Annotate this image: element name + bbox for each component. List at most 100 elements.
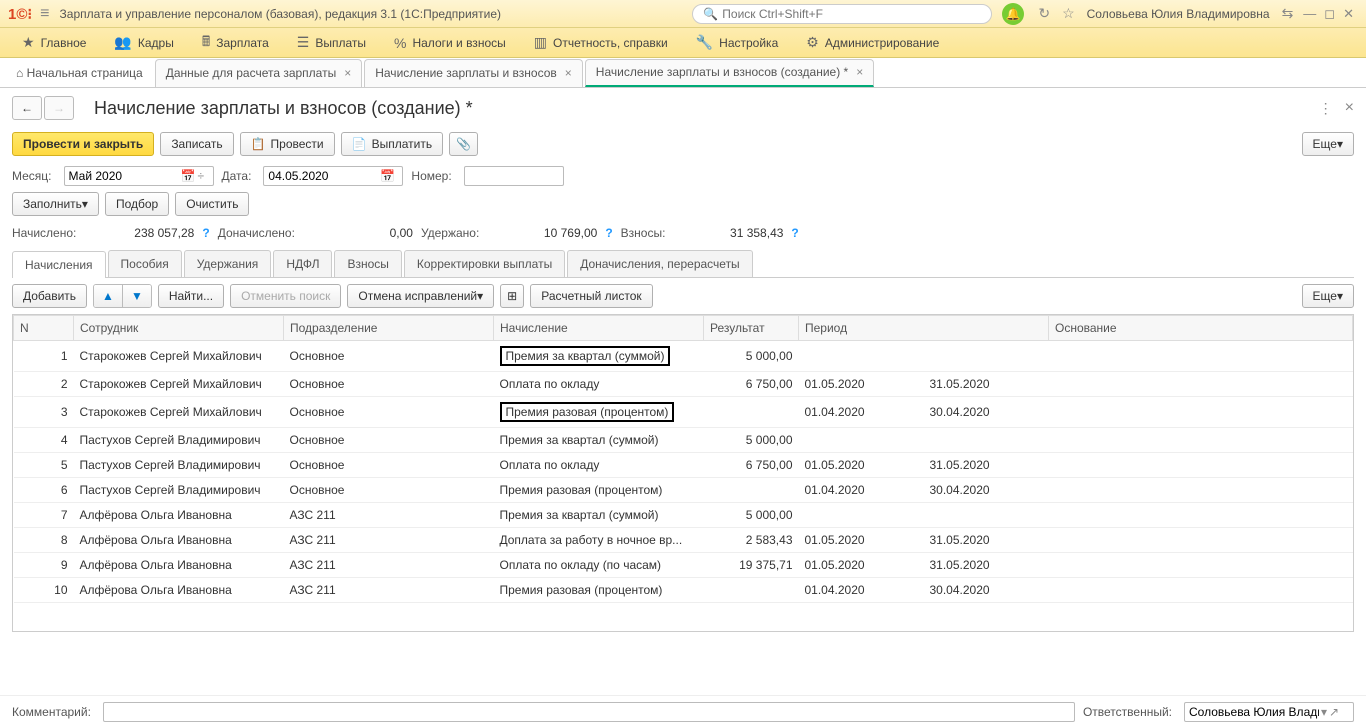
cell-result (704, 578, 799, 603)
calc-icon: 🖩 (202, 31, 210, 55)
date-field[interactable]: 📅 (263, 166, 403, 186)
col-dept[interactable]: Подразделение (284, 316, 494, 341)
doc-toolbar: Провести и закрыть Записать 📋Провести 📄В… (0, 128, 1366, 160)
tab-corrections[interactable]: Корректировки выплаты (404, 250, 565, 277)
col-accrual[interactable]: Начисление (494, 316, 704, 341)
open-icon[interactable]: ↗ (1329, 705, 1339, 719)
move-up-button[interactable]: ▲ (94, 285, 123, 307)
clear-button[interactable]: Очистить (175, 192, 249, 216)
footer: Комментарий: Ответственный: ▾↗ (0, 695, 1366, 728)
comment-field[interactable] (103, 702, 1075, 722)
tab-calc-data[interactable]: Данные для расчета зарплаты× (155, 59, 363, 87)
tab-benefits[interactable]: Пособия (108, 250, 182, 277)
tab-ndfl[interactable]: НДФЛ (273, 250, 332, 277)
menu-admin[interactable]: ⚙Администрирование (792, 28, 953, 57)
back-button[interactable]: ← (12, 96, 42, 120)
col-result[interactable]: Результат (704, 316, 799, 341)
notifications-icon[interactable]: 🔔 (1002, 3, 1024, 25)
select-button[interactable]: Подбор (105, 192, 169, 216)
tab-home[interactable]: ⌂ Начальная страница (6, 59, 153, 87)
cell-period-to: 30.04.2020 (924, 397, 1049, 428)
tab-deductions[interactable]: Удержания (184, 250, 272, 277)
col-basis[interactable]: Основание (1049, 316, 1353, 341)
tab-contributions[interactable]: Взносы (334, 250, 401, 277)
menu-icon[interactable]: ≡ (40, 5, 49, 23)
table-row[interactable]: 7Алфёрова Ольга ИвановнаАЗС 211Премия за… (14, 503, 1353, 528)
cell-employee: Алфёрова Ольга Ивановна (74, 578, 284, 603)
help-icon[interactable]: ? (202, 226, 209, 240)
more-icon[interactable]: ⋮ (1319, 100, 1333, 117)
payslip-button[interactable]: Расчетный листок (530, 284, 652, 308)
dropdown-icon[interactable]: ▾ (1321, 705, 1327, 719)
cell-basis (1049, 503, 1353, 528)
cell-basis (1049, 397, 1353, 428)
tab-label: Начальная страница (27, 66, 143, 80)
table-row[interactable]: 4Пастухов Сергей ВладимировичОсновноеПре… (14, 428, 1353, 453)
menu-settings[interactable]: 🔧Настройка (682, 28, 793, 57)
table-row[interactable]: 9Алфёрова Ольга ИвановнаАЗС 211Оплата по… (14, 553, 1353, 578)
accruals-grid[interactable]: N Сотрудник Подразделение Начисление Рез… (13, 315, 1353, 603)
close-icon[interactable]: × (565, 66, 572, 80)
menu-personnel[interactable]: 👥Кадры (100, 28, 187, 57)
tab-accruals-list[interactable]: Начисление зарплаты и взносов× (364, 59, 583, 87)
cancel-search-button[interactable]: Отменить поиск (230, 284, 341, 308)
col-n[interactable]: N (14, 316, 74, 341)
table-row[interactable]: 10Алфёрова Ольга ИвановнаАЗС 211Премия р… (14, 578, 1353, 603)
tab-addl[interactable]: Доначисления, перерасчеты (567, 250, 752, 277)
table-row[interactable]: 6Пастухов Сергей ВладимировичОсновноеПре… (14, 478, 1353, 503)
more-button[interactable]: Еще ▾ (1302, 132, 1354, 156)
post-button[interactable]: 📋Провести (240, 132, 335, 156)
history-icon[interactable]: ↻ (1038, 5, 1050, 22)
fill-button[interactable]: Заполнить ▾ (12, 192, 99, 216)
responsible-field[interactable]: ▾↗ (1184, 702, 1354, 722)
menu-salary[interactable]: 🖩Зарплата (188, 28, 283, 57)
post-and-close-button[interactable]: Провести и закрыть (12, 132, 154, 156)
maximize-icon[interactable]: ◻ (1324, 6, 1335, 22)
btn-label: Провести и закрыть (23, 137, 143, 151)
tab-accruals[interactable]: Начисления (12, 251, 106, 278)
month-field[interactable]: 📅÷ (64, 166, 214, 186)
grid-scroll[interactable]: N Сотрудник Подразделение Начисление Рез… (13, 315, 1353, 631)
table-row[interactable]: 5Пастухов Сергей ВладимировичОсновноеОпл… (14, 453, 1353, 478)
close-window-icon[interactable]: ✕ (1343, 6, 1354, 22)
search-input[interactable] (722, 7, 981, 21)
cancel-corrections-button[interactable]: Отмена исправлений ▾ (347, 284, 494, 308)
save-button[interactable]: Записать (160, 132, 233, 156)
show-details-button[interactable]: ⊞ (500, 284, 524, 308)
menu-payments[interactable]: ☰Выплаты (283, 28, 380, 57)
table-row[interactable]: 1Старокожев Сергей МихайловичОсновноеПре… (14, 341, 1353, 372)
menu-reports[interactable]: ▥Отчетность, справки (520, 28, 682, 57)
pay-button[interactable]: 📄Выплатить (341, 132, 443, 156)
username[interactable]: Соловьева Юлия Владимировна (1087, 7, 1270, 21)
help-icon[interactable]: ? (791, 226, 798, 240)
find-button[interactable]: Найти... (158, 284, 224, 308)
close-icon[interactable]: × (344, 66, 351, 80)
table-row[interactable]: 8Алфёрова Ольга ИвановнаАЗС 211Доплата з… (14, 528, 1353, 553)
settings-icon[interactable]: ⇆ (1282, 5, 1294, 22)
cell-n: 8 (14, 528, 74, 553)
search-box[interactable]: 🔍 (692, 4, 992, 24)
menu-main[interactable]: ★Главное (8, 28, 100, 57)
col-employee[interactable]: Сотрудник (74, 316, 284, 341)
calendar-icon[interactable]: 📅 (380, 169, 395, 183)
calendar-icon[interactable]: 📅 (181, 169, 196, 183)
attach-button[interactable]: 📎 (449, 132, 478, 156)
menu-taxes[interactable]: %Налоги и взносы (380, 28, 520, 57)
minimize-icon[interactable]: — (1303, 6, 1316, 21)
number-field[interactable] (464, 166, 564, 186)
close-doc-icon[interactable]: × (1345, 99, 1354, 117)
favorite-icon[interactable]: ☆ (1062, 5, 1075, 22)
cell-basis (1049, 341, 1353, 372)
col-period[interactable]: Период (799, 316, 1049, 341)
cell-employee: Пастухов Сергей Владимирович (74, 453, 284, 478)
table-row[interactable]: 3Старокожев Сергей МихайловичОсновноеПре… (14, 397, 1353, 428)
add-button[interactable]: Добавить (12, 284, 87, 308)
forward-button[interactable]: → (44, 96, 74, 120)
move-down-button[interactable]: ▼ (123, 285, 151, 307)
more-button[interactable]: Еще ▾ (1302, 284, 1354, 308)
close-icon[interactable]: × (856, 65, 863, 79)
spinner-icon[interactable]: ÷ (197, 169, 204, 183)
help-icon[interactable]: ? (605, 226, 612, 240)
table-row[interactable]: 2Старокожев Сергей МихайловичОсновноеОпл… (14, 372, 1353, 397)
tab-accrual-new[interactable]: Начисление зарплаты и взносов (создание)… (585, 59, 874, 87)
